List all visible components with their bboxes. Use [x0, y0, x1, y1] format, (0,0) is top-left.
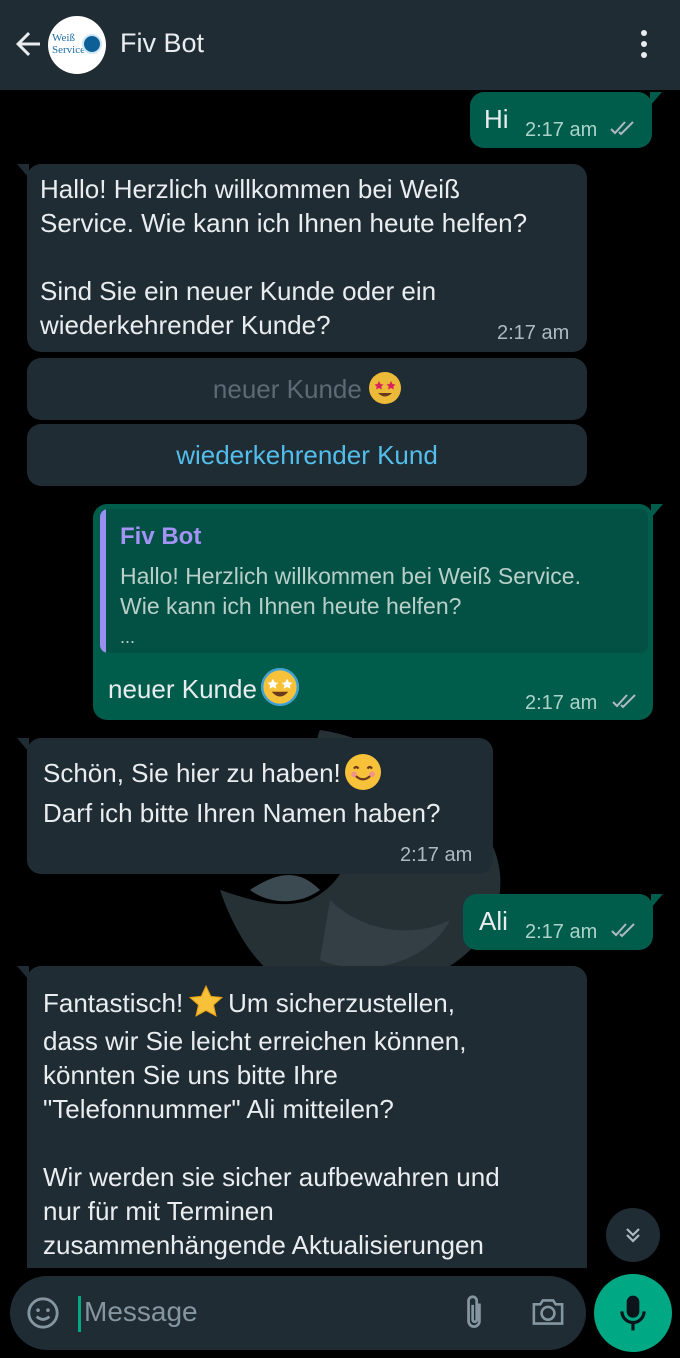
message-text: Fantastisch! [43, 988, 184, 1018]
quoted-text: Hallo! Herzlich willkommen bei Weiß Serv… [120, 563, 581, 619]
message-time: 2:17 am [497, 322, 570, 344]
contact-name[interactable]: Fiv Bot [120, 28, 204, 59]
chevron-double-down-icon [626, 1228, 640, 1243]
message-incoming[interactable]: Hallo! Herzlich willkommen bei Weiß Serv… [17, 164, 587, 352]
quote-accent-bar [100, 509, 106, 653]
scroll-to-bottom-button[interactable] [606, 1208, 660, 1262]
message-line: Fantastisch! Um sicherzustellen, [43, 984, 455, 1020]
microphone-icon [620, 1295, 646, 1331]
paperclip-icon[interactable] [462, 1294, 486, 1332]
camera-icon[interactable] [530, 1296, 566, 1328]
message-text: Ali [479, 906, 508, 936]
more-vertical-icon[interactable] [634, 28, 654, 64]
quick-reply-button[interactable]: wiederkehrender Kund [27, 424, 587, 486]
read-receipt-icon [611, 923, 635, 938]
chat-area[interactable]: Hi 2:17 am Hallo! Herzlich willkommen be… [0, 90, 680, 1268]
avatar-logo-mark [82, 34, 102, 54]
star-emoji-icon [188, 984, 224, 1020]
arrow-left-icon[interactable] [10, 26, 46, 62]
voice-record-button[interactable] [594, 1274, 672, 1352]
message-input-container[interactable]: Message [10, 1276, 586, 1350]
avatar[interactable]: Weiß Service [48, 16, 106, 74]
star-struck-emoji-icon [261, 668, 300, 706]
message-text: Schön, Sie hier zu haben! [43, 758, 341, 788]
quick-reply-label: neuer Kunde [212, 374, 362, 404]
message-text: neuer Kunde [108, 674, 257, 704]
message-text: Darf ich bitte Ihren Namen haben? [43, 798, 441, 828]
message-outgoing[interactable]: Hi 2:17 am [470, 92, 662, 148]
emoji-icon[interactable] [26, 1296, 60, 1330]
quoted-message[interactable]: Fiv Bot Hallo! Herzlich willkommen bei W… [100, 509, 648, 653]
message-incoming[interactable]: Fantastisch! Um sicherzustellen, dass wi… [17, 966, 587, 1268]
message-time: 2:17 am [400, 844, 473, 866]
chat-header: Weiß Service Fiv Bot [0, 0, 680, 90]
quick-reply-label: wiederkehrender Kund [176, 440, 438, 470]
message-incoming[interactable]: Schön, Sie hier zu haben! Darf ich bitte… [17, 738, 493, 874]
message-time: 2:17 am [525, 119, 598, 141]
read-receipt-icon [612, 694, 636, 709]
smiling-emoji-icon [345, 754, 382, 790]
avatar-logo-text: Weiß Service [52, 32, 85, 56]
star-struck-emoji-icon [369, 372, 402, 404]
message-text: Hallo! Herzlich willkommen bei Weiß Serv… [40, 174, 528, 340]
message-time: 2:17 am [525, 921, 598, 943]
quick-reply-button[interactable]: neuer Kunde [27, 358, 587, 420]
message-text: dass wir Sie leicht erreichen können, kö… [43, 1026, 500, 1260]
read-receipt-icon [610, 121, 634, 136]
message-outgoing[interactable]: Ali 2:17 am [463, 894, 663, 950]
reply-body: neuer Kunde [108, 668, 300, 706]
message-line: Schön, Sie hier zu haben! [43, 754, 382, 790]
message-text: Hi [484, 104, 509, 134]
text-cursor [78, 1296, 81, 1332]
quoted-sender: Fiv Bot [120, 523, 202, 550]
message-time: 2:17 am [525, 692, 598, 714]
quoted-ellipsis: ... [120, 627, 136, 647]
composer-bar: Message [0, 1268, 680, 1358]
message-text: Um sicherzustellen, [228, 988, 455, 1018]
message-input[interactable]: Message [84, 1296, 198, 1328]
